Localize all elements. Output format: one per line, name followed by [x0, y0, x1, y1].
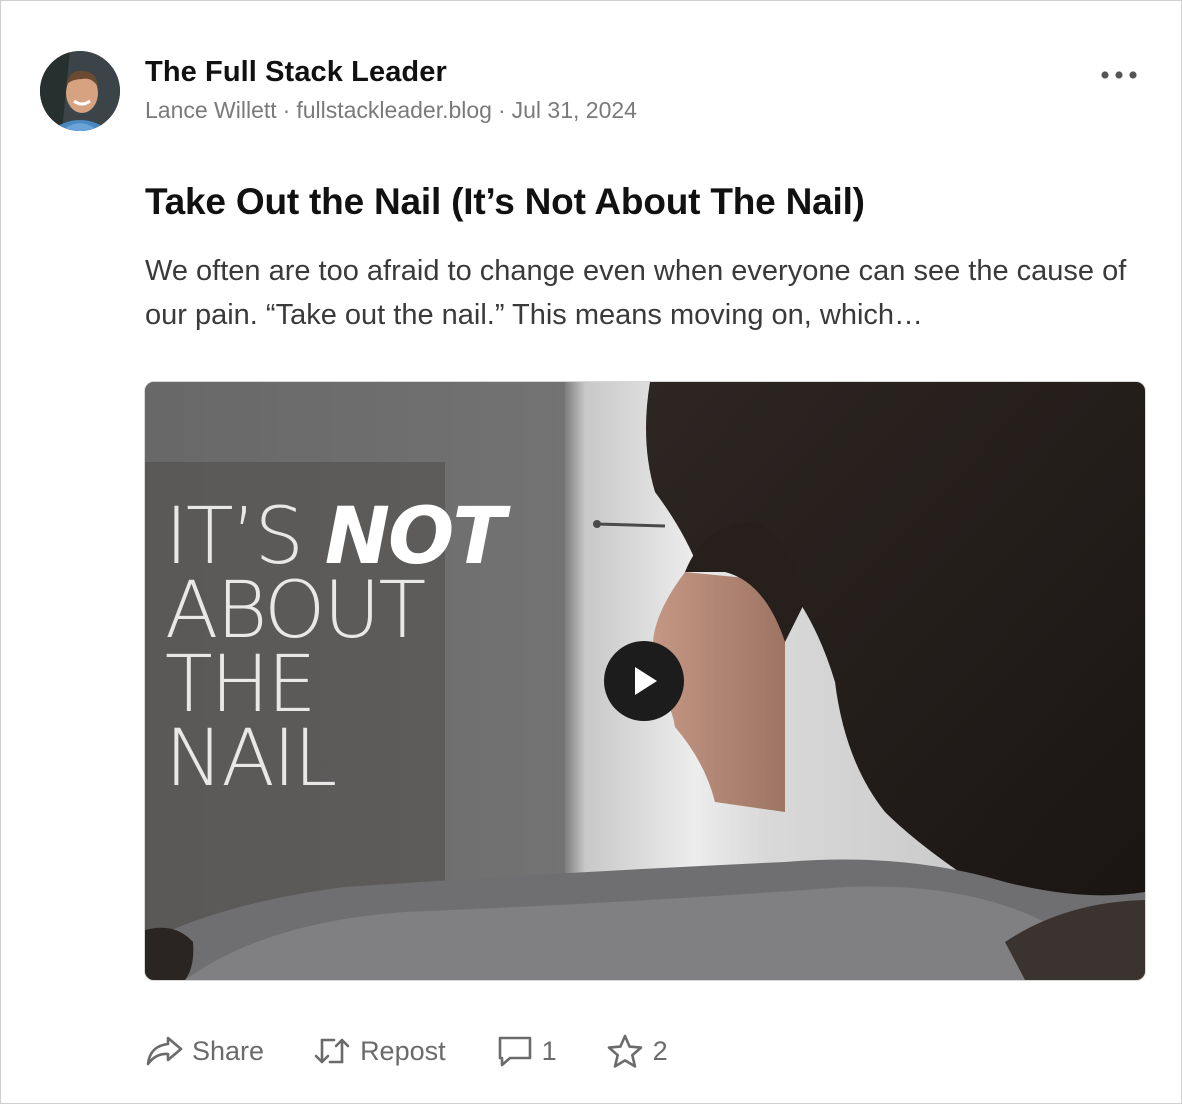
overlay-word: NAIL	[165, 714, 337, 804]
author-name[interactable]: Lance Willett	[145, 97, 277, 123]
more-horizontal-icon	[1101, 71, 1137, 79]
overlay-word: THE	[165, 640, 317, 730]
video-title-overlay: IT’S NOT ABOUT THE NAIL	[165, 498, 506, 804]
play-icon	[635, 667, 657, 695]
repost-icon	[314, 1038, 350, 1064]
publication-domain[interactable]: fullstackleader.blog	[296, 97, 492, 123]
overlay-word: ABOUT	[165, 566, 426, 656]
video-thumbnail[interactable]: IT’S NOT ABOUT THE NAIL	[144, 381, 1146, 981]
play-button[interactable]	[604, 641, 684, 721]
post-card[interactable]: The Full Stack Leader Lance Willett · full…	[0, 0, 1182, 1104]
post-date[interactable]: Jul 31, 2024	[512, 97, 637, 123]
avatar-image	[40, 51, 120, 131]
share-label: Share	[192, 1035, 265, 1066]
comment-count: 1	[541, 1035, 557, 1066]
comment-button[interactable]: 1	[496, 1034, 557, 1068]
more-options-button[interactable]	[1095, 59, 1143, 91]
share-button[interactable]: Share	[144, 1034, 264, 1068]
publication-name[interactable]: The Full Stack Leader	[145, 56, 447, 89]
repost-label: Repost	[360, 1035, 446, 1066]
post-excerpt: We often are too afraid to change even w…	[145, 255, 1127, 331]
comment-icon	[498, 1036, 531, 1067]
post-meta: Lance Willett · fullstackleader.blog · Jul 3…	[145, 97, 637, 124]
star-icon	[607, 1034, 642, 1068]
post-actions-bar: Share Repost 1 2	[144, 1029, 668, 1073]
meta-separator: ·	[282, 97, 291, 123]
star-count: 2	[652, 1035, 668, 1066]
meta-separator: ·	[497, 97, 506, 123]
post-title[interactable]: Take Out the Nail (It’s Not About The Na…	[145, 181, 865, 223]
author-avatar[interactable]	[40, 51, 120, 131]
like-button[interactable]: 2	[605, 1033, 668, 1069]
repost-button[interactable]: Repost	[312, 1034, 446, 1068]
share-icon	[146, 1036, 183, 1066]
